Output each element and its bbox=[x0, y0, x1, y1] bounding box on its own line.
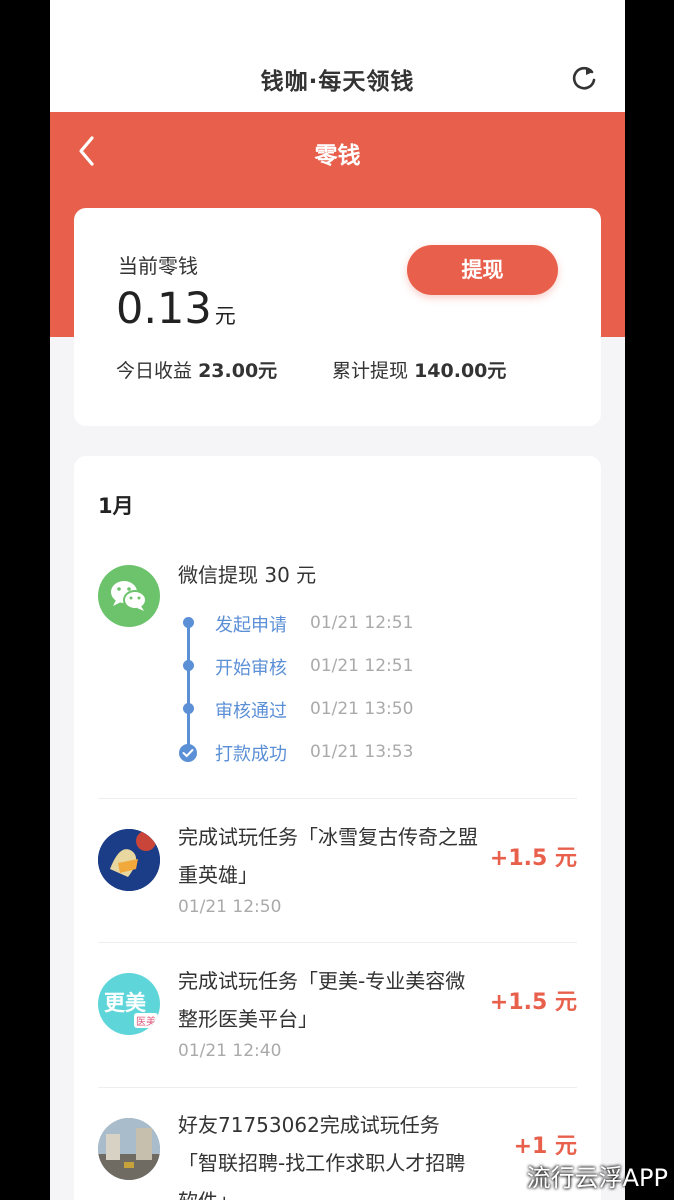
timeline-step-time: 01/21 13:53 bbox=[310, 742, 414, 762]
timeline-step-label: 发起申请 bbox=[215, 615, 287, 636]
record-time: 01/21 12:50 bbox=[178, 897, 282, 917]
record-title: 完成试玩任务「冰雪复古传奇之盟重英雄」 bbox=[178, 825, 478, 887]
record-time: 01/21 12:40 bbox=[178, 1041, 282, 1061]
divider bbox=[98, 1087, 577, 1088]
record-amount: +1.5 元 bbox=[489, 990, 577, 1015]
timeline-line bbox=[187, 622, 190, 750]
records-card: 1月 微信提现 30 元 发起申请 01/21 12:51 开始审核 01/21… bbox=[74, 456, 601, 1200]
balance-value: 0.13 bbox=[116, 284, 212, 334]
app-top-bar: 钱咖·每天领钱 bbox=[50, 0, 625, 112]
watermark: 流行云浮APP bbox=[526, 1164, 668, 1192]
timeline-step-label: 审核通过 bbox=[215, 701, 287, 722]
month-label: 1月 bbox=[98, 494, 134, 518]
divider bbox=[98, 942, 577, 943]
timeline-step-time: 01/21 12:51 bbox=[310, 613, 414, 633]
total-withdrawn: 累计提现 140.00元 bbox=[332, 356, 506, 383]
total-withdrawn-label: 累计提现 bbox=[332, 360, 409, 382]
refresh-icon[interactable] bbox=[570, 64, 598, 92]
today-earnings-value: 23.00元 bbox=[198, 360, 278, 382]
timeline-dot bbox=[183, 703, 194, 714]
record-amount: +1 元 bbox=[513, 1134, 577, 1159]
timeline-step-time: 01/21 12:51 bbox=[310, 656, 414, 676]
balance-unit: 元 bbox=[214, 304, 236, 328]
divider bbox=[98, 798, 577, 799]
timeline-step-label: 开始审核 bbox=[215, 658, 287, 679]
app-screen: 钱咖·每天领钱 零钱 当前零钱 0.13 元 提现 今日收益 23.00元 累计提… bbox=[50, 0, 625, 1200]
today-earnings-label: 今日收益 bbox=[116, 360, 193, 382]
record-title: 好友71753062完成试玩任务「智联招聘-找工作求职人才招聘软件」 bbox=[178, 1113, 466, 1200]
gengmei-app-icon: 更美 医美 bbox=[98, 973, 160, 1035]
timeline-step-time: 01/21 13:50 bbox=[310, 699, 414, 719]
today-earnings: 今日收益 23.00元 bbox=[116, 356, 277, 383]
balance-label: 当前零钱 bbox=[118, 254, 198, 278]
timeline-dot bbox=[183, 617, 194, 628]
page-title: 零钱 bbox=[314, 143, 361, 169]
friend-avatar bbox=[98, 1118, 160, 1180]
total-withdrawn-value: 140.00元 bbox=[414, 360, 507, 382]
gengmei-tag: 医美 bbox=[134, 1013, 158, 1028]
timeline-step-label: 打款成功 bbox=[215, 744, 287, 765]
app-title: 钱咖·每天领钱 bbox=[260, 69, 415, 95]
game-app-icon bbox=[98, 829, 160, 891]
timeline-dot bbox=[183, 660, 194, 671]
balance-card: 当前零钱 0.13 元 提现 今日收益 23.00元 累计提现 140.00元 bbox=[74, 208, 601, 426]
record-title: 完成试玩任务「更美-专业美容微整形医美平台」 bbox=[178, 969, 466, 1031]
record-amount: +1.5 元 bbox=[489, 846, 577, 871]
balance-amount: 0.13 元 bbox=[116, 284, 236, 334]
wechat-withdraw-title: 微信提现 30 元 bbox=[178, 563, 317, 587]
wechat-icon bbox=[98, 565, 160, 627]
withdraw-button[interactable]: 提现 bbox=[407, 245, 558, 295]
check-circle-icon bbox=[179, 744, 197, 762]
